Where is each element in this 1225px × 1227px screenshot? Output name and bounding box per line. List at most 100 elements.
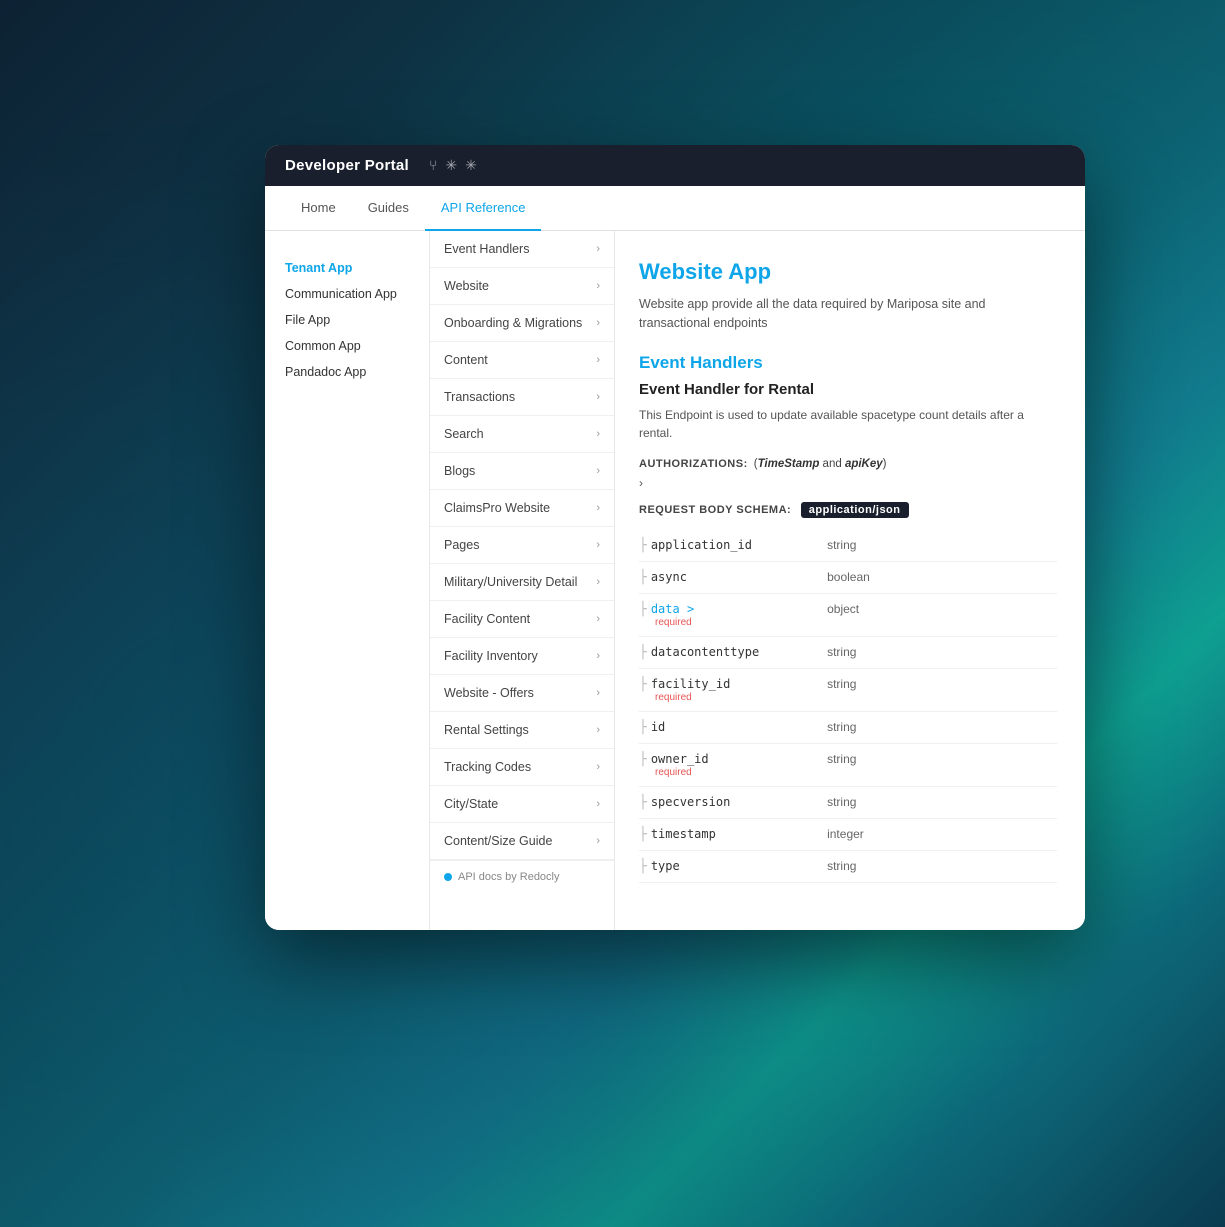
authorizations-row: AUTHORIZATIONS: (TimeStamp and apiKey) — [639, 458, 1057, 470]
field-connector-icon: ├ — [639, 602, 647, 617]
table-row: ├ data >required object — [639, 593, 1057, 636]
chevron-icon: › — [596, 428, 600, 440]
field-name-cell: ├ application_id — [639, 538, 821, 553]
nav-item-facility-content[interactable]: Facility Content › — [430, 601, 614, 638]
nav-item-content[interactable]: Content › — [430, 342, 614, 379]
chevron-icon: › — [596, 687, 600, 699]
field-name-text: async — [651, 570, 687, 584]
field-type-cell: string — [827, 711, 1057, 743]
middle-nav: Event Handlers › Website › Onboarding & … — [430, 231, 615, 930]
nav-item-content-size-guide[interactable]: Content/Size Guide › — [430, 823, 614, 860]
field-type-cell: string — [827, 743, 1057, 786]
chevron-icon: › — [596, 761, 600, 773]
table-row: ├ application_id string — [639, 530, 1057, 562]
field-required-label: required — [639, 617, 821, 628]
field-connector-icon: ├ — [639, 677, 647, 692]
chevron-icon: › — [596, 502, 600, 514]
field-name-cell: ├ timestamp — [639, 827, 821, 842]
nav-item-tracking-codes[interactable]: Tracking Codes › — [430, 749, 614, 786]
tab-api-reference[interactable]: API Reference — [425, 186, 542, 231]
nav-item-transactions[interactable]: Transactions › — [430, 379, 614, 416]
chevron-icon: › — [596, 317, 600, 329]
field-connector-icon: ├ — [639, 827, 647, 842]
field-required-label: required — [639, 692, 821, 703]
expand-arrow[interactable]: › — [639, 476, 1057, 490]
field-name-cell: ├ facility_id — [639, 677, 821, 692]
nav-item-blogs[interactable]: Blogs › — [430, 453, 614, 490]
field-name-cell: ├ id — [639, 720, 821, 735]
sidebar-item-communication[interactable]: Communication App — [281, 281, 413, 307]
field-name-text: type — [651, 859, 680, 873]
chevron-icon: › — [596, 798, 600, 810]
redocly-footer: API docs by Redocly — [430, 860, 614, 893]
header-icons: ⑂ ✳ ✳ — [429, 157, 477, 174]
right-panel: Website App Website app provide all the … — [615, 231, 1085, 930]
request-body-type-badge: application/json — [801, 502, 909, 518]
field-connector-icon: ├ — [639, 720, 647, 735]
field-expand-name[interactable]: data > — [651, 602, 694, 616]
nav-item-military-university[interactable]: Military/University Detail › — [430, 564, 614, 601]
nav-item-event-handlers[interactable]: Event Handlers › — [430, 231, 614, 268]
table-row: ├timestampinteger — [639, 818, 1057, 850]
main-content: Tenant App Communication App File App Co… — [265, 231, 1085, 930]
chevron-icon: › — [596, 280, 600, 292]
field-connector-icon: ├ — [639, 538, 647, 553]
request-body-label: REQUEST BODY SCHEMA: application/json — [639, 502, 1057, 518]
header-bar: Developer Portal ⑂ ✳ ✳ — [265, 145, 1085, 186]
field-name-text: facility_id — [651, 677, 730, 691]
field-name-cell: ├ type — [639, 859, 821, 874]
nav-item-facility-inventory[interactable]: Facility Inventory › — [430, 638, 614, 675]
field-name-text: id — [651, 720, 665, 734]
field-name-text: application_id — [651, 538, 752, 552]
field-connector-icon: ├ — [639, 795, 647, 810]
chevron-icon: › — [596, 391, 600, 403]
tab-guides[interactable]: Guides — [352, 186, 425, 231]
field-connector-icon: ├ — [639, 570, 647, 585]
field-connector-icon: ├ — [639, 752, 647, 767]
field-connector-icon: ├ — [639, 859, 647, 874]
table-row: ├asyncboolean — [639, 561, 1057, 593]
nav-item-onboarding[interactable]: Onboarding & Migrations › — [430, 305, 614, 342]
chevron-icon: › — [596, 724, 600, 736]
nav-item-search[interactable]: Search › — [430, 416, 614, 453]
nav-item-rental-settings[interactable]: Rental Settings › — [430, 712, 614, 749]
table-row: ├ datacontenttype string — [639, 636, 1057, 668]
chevron-icon: › — [596, 243, 600, 255]
table-row: ├owner_idrequiredstring — [639, 743, 1057, 786]
nav-item-city-state[interactable]: City/State › — [430, 786, 614, 823]
authorizations-label: AUTHORIZATIONS: — [639, 458, 748, 470]
section-title: Event Handlers — [639, 353, 1057, 373]
table-row: ├ id string — [639, 711, 1057, 743]
field-type-cell: string — [827, 636, 1057, 668]
field-type-cell: object — [827, 593, 1057, 636]
chevron-icon: › — [596, 613, 600, 625]
tab-home[interactable]: Home — [285, 186, 352, 231]
subsection-desc: This Endpoint is used to update availabl… — [639, 406, 1057, 442]
sidebar-item-common[interactable]: Common App — [281, 333, 413, 359]
field-name-text: datacontenttype — [651, 645, 759, 659]
sidebar-item-tenant[interactable]: Tenant App — [281, 255, 413, 281]
nav-tabs: Home Guides API Reference — [265, 186, 1085, 231]
table-row: ├ type string — [639, 850, 1057, 882]
sidebar-item-pandadoc[interactable]: Pandadoc App — [281, 359, 413, 385]
subsection-title: Event Handler for Rental — [639, 381, 1057, 398]
sidebar-item-file[interactable]: File App — [281, 307, 413, 333]
nav-item-website[interactable]: Website › — [430, 268, 614, 305]
field-name-cell: ├ data > — [639, 602, 821, 617]
chevron-icon: › — [596, 465, 600, 477]
settings-icon[interactable]: ✳ — [465, 157, 477, 174]
nav-item-website-offers[interactable]: Website - Offers › — [430, 675, 614, 712]
app-description: Website app provide all the data require… — [639, 295, 1057, 333]
field-name-text: timestamp — [651, 827, 716, 841]
app-title: Website App — [639, 259, 1057, 285]
nav-item-pages[interactable]: Pages › — [430, 527, 614, 564]
field-required-label: required — [639, 767, 821, 778]
fork-icon[interactable]: ⑂ — [429, 157, 437, 174]
redocly-logo-dot — [444, 873, 452, 881]
nav-item-claimspro[interactable]: ClaimsPro Website › — [430, 490, 614, 527]
field-type-cell: string — [827, 786, 1057, 818]
field-connector-icon: ├ — [639, 645, 647, 660]
star-icon[interactable]: ✳ — [445, 157, 457, 174]
field-type-cell: string — [827, 530, 1057, 562]
field-type-cell: string — [827, 850, 1057, 882]
